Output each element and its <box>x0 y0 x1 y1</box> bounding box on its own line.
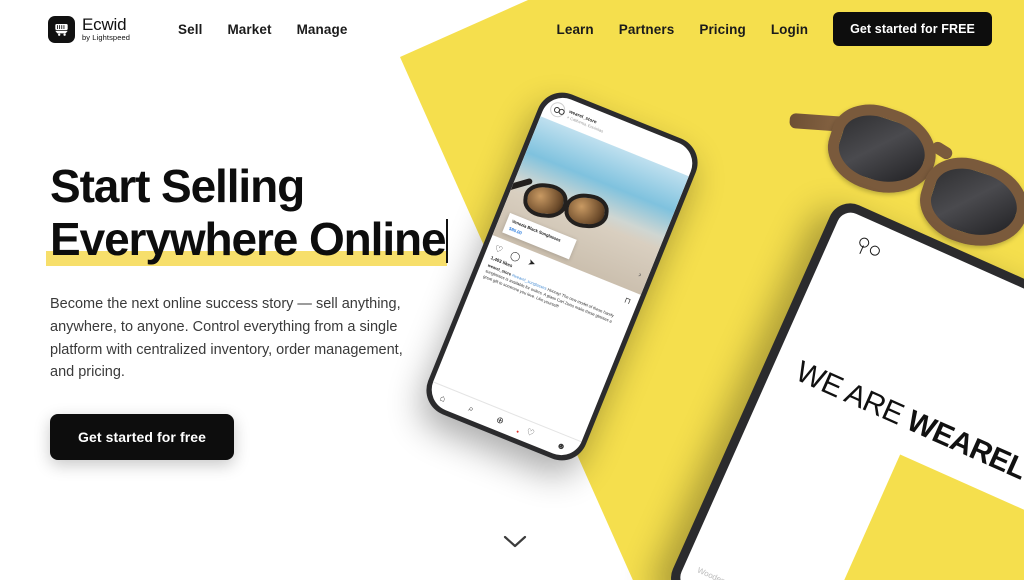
page-title: Start Selling Everywhere Online <box>46 160 520 267</box>
get-started-free-header-button[interactable]: Get started for FREE <box>833 12 992 46</box>
headline-line-2-wrapper: Everywhere Online <box>46 213 448 266</box>
nav-item-login[interactable]: Login <box>771 22 808 37</box>
wearel-logo-icon <box>855 236 885 261</box>
nav-item-sell[interactable]: Sell <box>178 22 202 37</box>
logo-name: Ecwid <box>82 15 127 35</box>
secondary-nav: Learn Partners Pricing Login Get started… <box>557 12 992 46</box>
hero-paragraph: Become the next online success story — s… <box>50 295 403 381</box>
store-avatar-icon <box>547 99 568 120</box>
nav-item-market[interactable]: Market <box>227 22 271 37</box>
shopping-cart-icon <box>48 15 75 43</box>
headline-line-1: Start Selling <box>50 160 305 212</box>
profile-icon[interactable]: ☻ <box>555 439 568 452</box>
headline-line-2: Everywhere Online <box>50 213 447 266</box>
nav-item-pricing[interactable]: Pricing <box>699 22 745 37</box>
tablet-subtitle: Wooden frames <box>696 566 751 580</box>
primary-nav: Sell Market Manage <box>178 22 347 37</box>
share-icon[interactable]: ➤ <box>526 257 538 270</box>
nav-item-learn[interactable]: Learn <box>557 22 594 37</box>
logo-wordmark: Ecwid by Lightspeed <box>82 16 130 42</box>
post-sunglasses-lens-left <box>521 181 570 220</box>
logo-tagline: by Lightspeed <box>82 33 131 43</box>
post-sunglasses-lens-right <box>562 191 611 231</box>
typing-caret <box>446 219 449 264</box>
tablet-hero-light: WE ARE <box>790 354 916 435</box>
nav-item-partners[interactable]: Partners <box>619 22 675 37</box>
site-header: Ecwid by Lightspeed Sell Market Manage L… <box>0 0 1024 58</box>
nav-item-manage[interactable]: Manage <box>297 22 348 37</box>
next-product-chevron-icon[interactable]: › <box>637 270 643 279</box>
ecwid-logo[interactable]: Ecwid by Lightspeed <box>48 15 130 43</box>
chevron-down-icon <box>503 535 527 548</box>
scroll-down-chevron[interactable] <box>503 535 527 554</box>
get-started-free-hero-button[interactable]: Get started for free <box>50 414 235 461</box>
bookmark-icon[interactable]: ⊓ <box>623 295 632 306</box>
activity-icon[interactable]: ♡ <box>524 426 536 439</box>
hero-content: Start Selling Everywhere Online Become t… <box>46 160 520 461</box>
